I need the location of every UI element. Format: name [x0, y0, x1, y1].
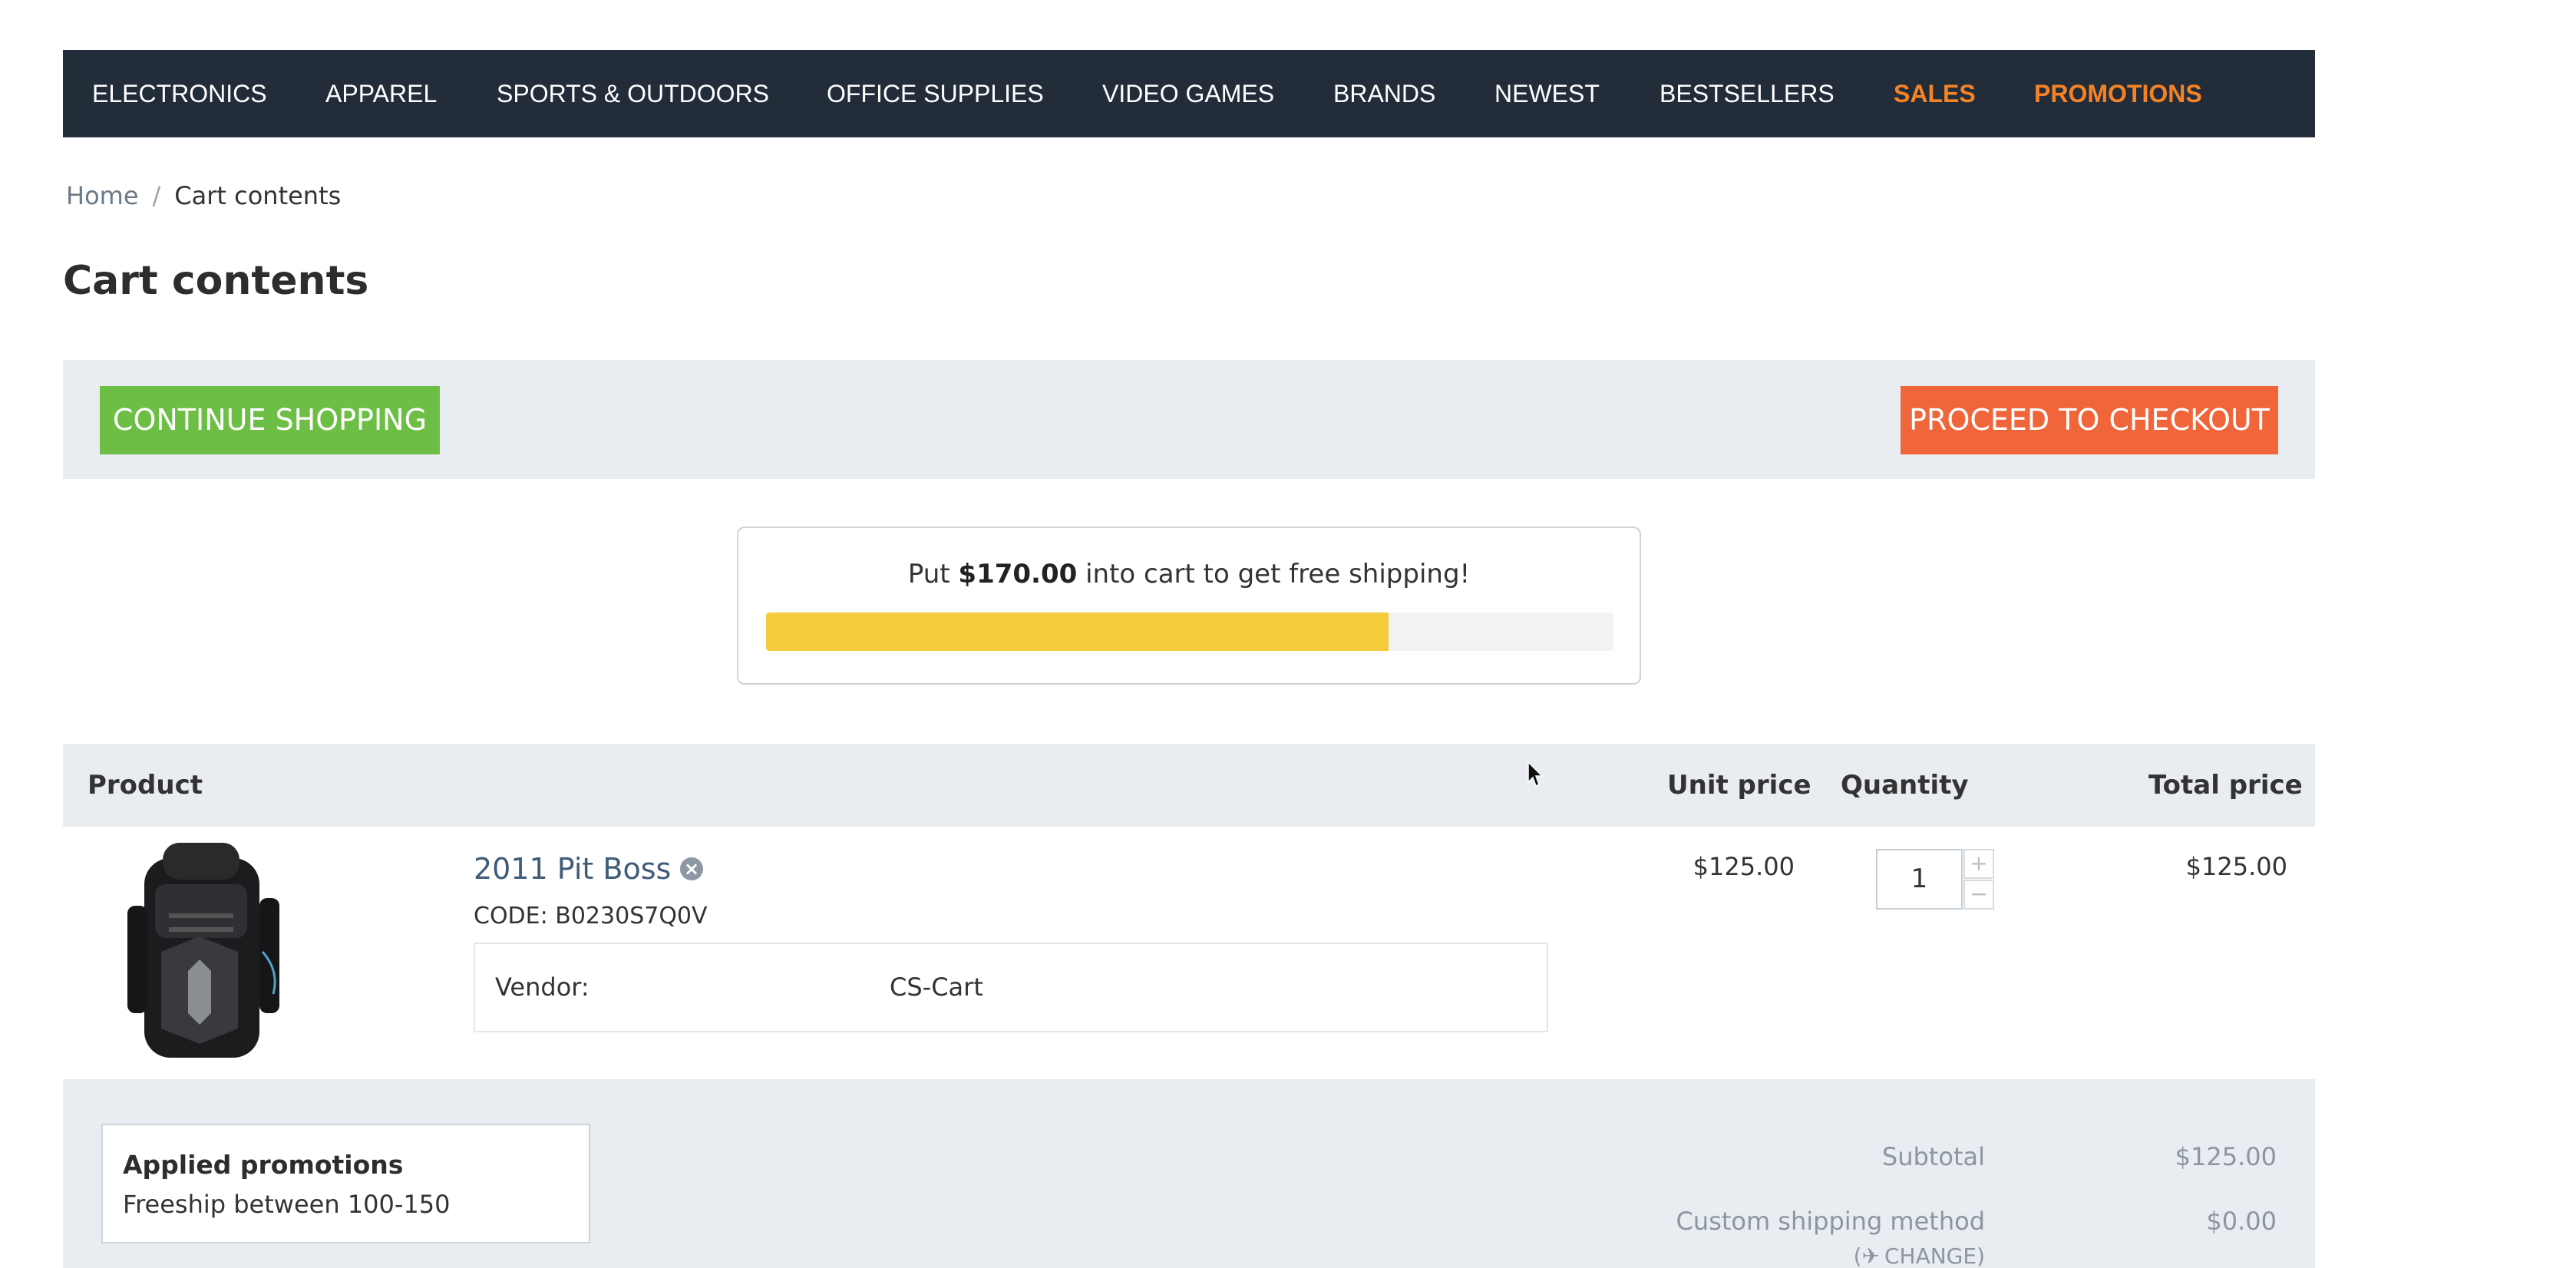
quantity-decrease-button[interactable]: −: [1963, 880, 1994, 910]
breadcrumb-separator: /: [152, 181, 161, 210]
mouse-pointer-icon: [1527, 761, 1544, 788]
cart-table-header: Product Unit price Quantity Total price: [63, 744, 2315, 827]
free-shipping-amount: $170.00: [958, 559, 1078, 589]
breadcrumb-current: Cart contents: [174, 181, 342, 210]
product-vendor-info: Vendor: CS-Cart: [474, 943, 1548, 1032]
product-name-link[interactable]: 2011 Pit Boss: [474, 852, 671, 886]
nav-item-office-supplies[interactable]: OFFICE SUPPLIES: [827, 50, 1044, 137]
header-unit-price: Unit price: [1667, 770, 1811, 801]
breadcrumb-home[interactable]: Home: [66, 181, 139, 210]
breadcrumb: Home / Cart contents: [66, 181, 341, 210]
product-code: CODE: B0230S7Q0V: [474, 903, 708, 930]
page-title: Cart contents: [63, 258, 369, 304]
header-total-price: Total price: [2148, 770, 2303, 801]
free-shipping-text: Put $170.00 into cart to get free shippi…: [738, 559, 1640, 589]
free-shipping-progress-fill: [766, 613, 1389, 651]
applied-promotion-item: Freeship between 100-150: [123, 1190, 451, 1219]
quantity-increase-button[interactable]: +: [1963, 849, 1994, 879]
nav-item-brands[interactable]: BRANDS: [1333, 50, 1435, 137]
vendor-label: Vendor:: [495, 972, 590, 1002]
nav-item-sports-outdoors[interactable]: SPORTS & OUTDOORS: [497, 50, 769, 137]
quantity-input[interactable]: 1: [1876, 849, 1963, 910]
subtotal-label: Subtotal: [1881, 1142, 1985, 1171]
subtotal-value: $125.00: [2175, 1142, 2277, 1171]
nav-item-video-games[interactable]: VIDEO GAMES: [1102, 50, 1274, 137]
proceed-to-checkout-button[interactable]: PROCEED TO CHECKOUT: [1901, 386, 2278, 454]
applied-promotions-box: Applied promotions Freeship between 100-…: [101, 1124, 590, 1243]
change-label: CHANGE: [1884, 1243, 1977, 1268]
vendor-value: CS-Cart: [890, 972, 983, 1002]
cart-page: ELECTRONICS APPAREL SPORTS & OUTDOORS OF…: [0, 0, 2576, 1268]
cart-action-bar: CONTINUE SHOPPING PROCEED TO CHECKOUT: [63, 360, 2315, 479]
change-shipping-link[interactable]: (✈ CHANGE): [1854, 1243, 1985, 1268]
close-circle-icon[interactable]: ×: [680, 857, 703, 880]
item-total-price: $125.00: [2185, 852, 2287, 881]
free-shipping-text-before: Put: [907, 559, 959, 589]
header-quantity: Quantity: [1841, 770, 1969, 801]
free-shipping-text-after: into cart to get free shipping!: [1077, 559, 1471, 589]
nav-item-apparel[interactable]: APPAREL: [325, 50, 437, 137]
nav-item-bestsellers[interactable]: BESTSELLERS: [1660, 50, 1835, 137]
shipping-method-label: Custom shipping method: [1676, 1207, 1985, 1236]
applied-promotions-title: Applied promotions: [123, 1150, 404, 1180]
nav-item-electronics[interactable]: ELECTRONICS: [92, 50, 267, 137]
cart-summary-area: Applied promotions Freeship between 100-…: [63, 1079, 2315, 1268]
change-prefix: (: [1853, 1243, 1862, 1268]
nav-item-newest[interactable]: NEWEST: [1494, 50, 1600, 137]
product-image-backpack[interactable]: [115, 837, 292, 1067]
nav-item-promotions[interactable]: PROMOTIONS: [2034, 50, 2202, 137]
nav-item-sales[interactable]: SALES: [1894, 50, 1976, 137]
airplane-icon: ✈: [1861, 1243, 1880, 1268]
change-suffix: ): [1977, 1243, 1985, 1268]
free-shipping-notice: Put $170.00 into cart to get free shippi…: [737, 527, 1641, 685]
shipping-cost-value: $0.00: [2206, 1207, 2277, 1236]
free-shipping-progress-track: [766, 613, 1613, 651]
top-navigation: ELECTRONICS APPAREL SPORTS & OUTDOORS OF…: [63, 50, 2315, 137]
header-product: Product: [88, 770, 203, 801]
unit-price: $125.00: [1693, 852, 1795, 881]
continue-shopping-button[interactable]: CONTINUE SHOPPING: [100, 386, 440, 454]
